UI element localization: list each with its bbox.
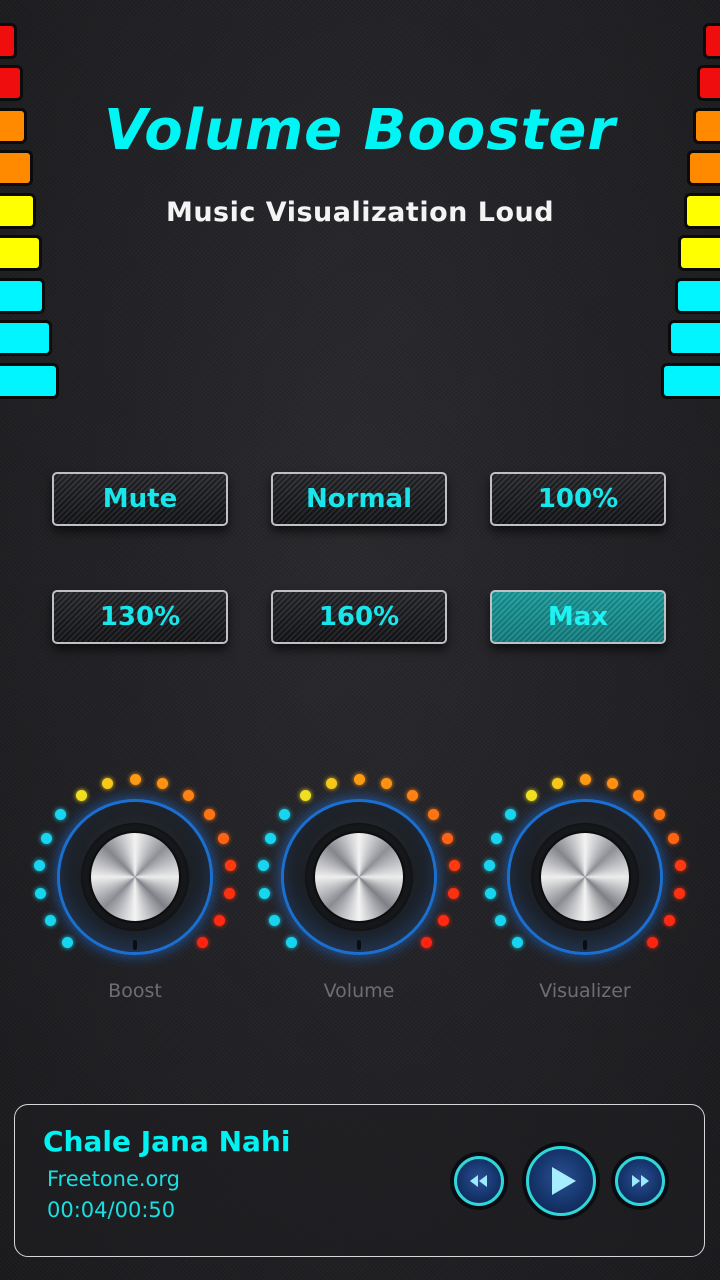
level-dot	[490, 832, 502, 844]
volume-knob-cap[interactable]	[315, 833, 403, 921]
level-dot	[225, 860, 237, 872]
level-dot	[406, 789, 418, 801]
equalizer-bar	[0, 68, 20, 98]
rewind-button[interactable]	[454, 1156, 504, 1206]
level-dot	[494, 914, 506, 926]
equalizer-bar	[0, 323, 49, 353]
song-time: 00:04/00:50	[47, 1198, 176, 1222]
level-dot	[214, 914, 226, 926]
app-title: Volume Booster	[104, 98, 616, 163]
level-dot	[129, 773, 141, 785]
level-dot	[653, 808, 665, 820]
volume-label: Volume	[323, 980, 395, 1002]
level-dot	[427, 808, 439, 820]
equalizer-bar	[700, 68, 720, 98]
level-dot	[268, 914, 280, 926]
level-dot	[197, 937, 209, 949]
equalizer-bar	[706, 26, 720, 56]
equalizer-bar	[0, 238, 39, 268]
visualizer-knob-inner	[531, 823, 639, 931]
fast-forward-button[interactable]	[615, 1156, 665, 1206]
level-dot	[664, 914, 676, 926]
preset-160-button[interactable]: 160%	[271, 590, 447, 644]
level-dot	[55, 808, 67, 820]
level-dot	[44, 914, 56, 926]
volume-knob-inner	[305, 823, 413, 931]
equalizer-bar	[678, 281, 720, 311]
app-subtitle: Music Visualization Loud	[165, 197, 555, 228]
volume-knob-indicator	[357, 940, 361, 950]
level-dot	[673, 888, 685, 900]
fast-forward-icon	[632, 1175, 649, 1187]
play-button[interactable]	[526, 1146, 596, 1216]
level-dot	[61, 937, 73, 949]
level-dot	[300, 789, 312, 801]
volume-knob[interactable]	[284, 802, 434, 952]
boost-knob-inner	[81, 823, 189, 931]
level-dot	[675, 860, 687, 872]
level-dot	[449, 860, 461, 872]
equalizer-bar	[0, 281, 42, 311]
level-dot	[505, 808, 517, 820]
preset-100-button[interactable]: 100%	[490, 472, 666, 526]
now-playing-panel: Chale Jana Nahi Freetone.org 00:04/00:50	[14, 1104, 705, 1257]
volume-knob-group: Volume	[249, 770, 469, 1030]
rewind-icon	[470, 1175, 487, 1187]
play-icon	[551, 1167, 576, 1195]
level-dot	[381, 777, 393, 789]
level-dot	[483, 860, 495, 872]
boost-knob-cap[interactable]	[91, 833, 179, 921]
visualizer-knob[interactable]	[510, 802, 660, 952]
song-title: Chale Jana Nahi	[43, 1125, 291, 1158]
level-dot	[35, 888, 47, 900]
level-dot	[607, 777, 619, 789]
level-dot	[632, 789, 644, 801]
level-dot	[438, 914, 450, 926]
level-dot	[647, 937, 659, 949]
level-dot	[157, 777, 169, 789]
equalizer-bar	[0, 26, 14, 56]
level-dot	[447, 888, 459, 900]
boost-label: Boost	[108, 980, 162, 1002]
level-dot	[285, 937, 297, 949]
level-dot	[203, 808, 215, 820]
level-dot	[668, 832, 680, 844]
preset-max-button[interactable]: Max	[490, 590, 666, 644]
boost-knob-group: Boost	[25, 770, 245, 1030]
level-dot	[551, 777, 563, 789]
level-dot	[218, 832, 230, 844]
boost-knob[interactable]	[60, 802, 210, 952]
equalizer-bar	[681, 238, 720, 268]
level-dot	[421, 937, 433, 949]
preset-130-button[interactable]: 130%	[52, 590, 228, 644]
level-dot	[101, 777, 113, 789]
level-dot	[40, 832, 52, 844]
level-dot	[579, 773, 591, 785]
level-dot	[325, 777, 337, 789]
visualizer-knob-group: Visualizer	[475, 770, 695, 1030]
preset-normal-button[interactable]: Normal	[271, 472, 447, 526]
level-dot	[511, 937, 523, 949]
level-dot	[76, 789, 88, 801]
boost-knob-indicator	[133, 940, 137, 950]
visualizer-knob-cap[interactable]	[541, 833, 629, 921]
visualizer-knob-indicator	[583, 940, 587, 950]
level-dot	[257, 860, 269, 872]
level-dot	[279, 808, 291, 820]
equalizer-bar	[671, 323, 720, 353]
level-dot	[442, 832, 454, 844]
level-dot	[353, 773, 365, 785]
level-dot	[182, 789, 194, 801]
equalizer-bar	[0, 366, 56, 396]
level-dot	[264, 832, 276, 844]
level-dot	[526, 789, 538, 801]
preset-mute-button[interactable]: Mute	[52, 472, 228, 526]
visualizer-label: Visualizer	[539, 980, 631, 1002]
level-dot	[223, 888, 235, 900]
level-dot	[485, 888, 497, 900]
level-dot	[33, 860, 45, 872]
song-artist: Freetone.org	[47, 1167, 180, 1191]
level-dot	[259, 888, 271, 900]
equalizer-bar	[664, 366, 720, 396]
